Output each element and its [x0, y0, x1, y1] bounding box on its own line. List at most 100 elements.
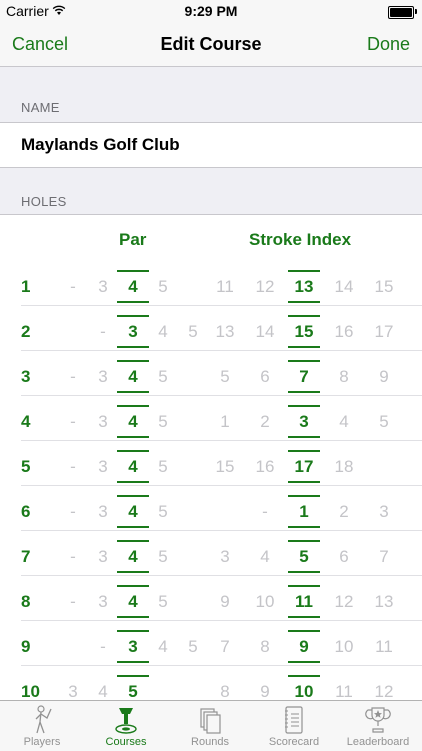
tab-bar: Players Courses Rounds Scorecard Leaderb…	[0, 700, 422, 751]
par-picker-option[interactable]: 5	[178, 322, 208, 342]
stroke-index-picker-selected[interactable]: 15	[288, 315, 320, 348]
stroke-index-picker-option[interactable]: 18	[329, 457, 359, 477]
tab-scorecard[interactable]: Scorecard	[252, 701, 336, 751]
stroke-index-picker-option[interactable]: 13	[210, 322, 240, 342]
par-picker-selected[interactable]: 5	[117, 675, 149, 701]
par-picker-option[interactable]: 5	[148, 367, 178, 387]
stroke-index-picker-option[interactable]: 2	[250, 412, 280, 432]
stroke-index-picker-option[interactable]: 16	[250, 457, 280, 477]
stroke-index-picker-option[interactable]: 1	[210, 412, 240, 432]
stroke-index-picker-option[interactable]: 8	[250, 637, 280, 657]
par-picker-selected[interactable]: 4	[117, 405, 149, 438]
par-picker-option[interactable]: -	[88, 322, 118, 342]
stroke-index-picker-option[interactable]: -	[250, 502, 280, 522]
par-picker-option[interactable]: 3	[88, 502, 118, 522]
par-picker-option[interactable]: 4	[88, 682, 118, 701]
course-name-field[interactable]: Maylands Golf Club	[21, 135, 180, 155]
par-picker-selected[interactable]: 4	[117, 270, 149, 303]
tab-rounds[interactable]: Rounds	[168, 701, 252, 751]
par-picker-option[interactable]: 4	[148, 322, 178, 342]
par-picker-selected[interactable]: 4	[117, 540, 149, 573]
stroke-index-picker-option[interactable]: 14	[329, 277, 359, 297]
par-picker-option[interactable]: 5	[178, 637, 208, 657]
par-picker-option[interactable]: 3	[88, 277, 118, 297]
stroke-index-picker-selected[interactable]: 3	[288, 405, 320, 438]
stroke-index-picker-selected[interactable]: 11	[288, 585, 320, 618]
stroke-index-picker-option[interactable]: 17	[369, 322, 399, 342]
par-picker-option[interactable]: -	[58, 412, 88, 432]
tab-courses[interactable]: Courses	[84, 701, 168, 751]
par-picker-option[interactable]: 3	[88, 412, 118, 432]
par-picker-option[interactable]: 3	[88, 592, 118, 612]
par-picker-option[interactable]: -	[58, 592, 88, 612]
par-picker-option[interactable]: -	[58, 457, 88, 477]
par-picker-selected[interactable]: 4	[117, 360, 149, 393]
par-picker-option[interactable]: -	[58, 367, 88, 387]
par-picker-option[interactable]: 3	[88, 547, 118, 567]
par-picker-option[interactable]: 5	[148, 457, 178, 477]
stroke-index-picker-option[interactable]: 8	[329, 367, 359, 387]
stroke-index-picker-option[interactable]: 12	[329, 592, 359, 612]
trophy-icon	[365, 707, 391, 733]
stroke-index-picker-option[interactable]: 15	[210, 457, 240, 477]
stroke-index-picker-selected[interactable]: 13	[288, 270, 320, 303]
stroke-index-picker-option[interactable]: 10	[250, 592, 280, 612]
stroke-index-picker-option[interactable]: 2	[329, 502, 359, 522]
stroke-index-picker-option[interactable]: 9	[250, 682, 280, 701]
par-picker-option[interactable]: 3	[88, 457, 118, 477]
par-picker-option[interactable]: -	[58, 277, 88, 297]
stroke-index-picker-option[interactable]: 8	[210, 682, 240, 701]
par-picker-option[interactable]: -	[58, 502, 88, 522]
par-picker-selected[interactable]: 4	[117, 450, 149, 483]
par-picker-option[interactable]: 4	[148, 637, 178, 657]
tab-leaderboard[interactable]: Leaderboard	[336, 701, 420, 751]
stroke-index-picker-option[interactable]: 16	[329, 322, 359, 342]
stroke-index-picker-option[interactable]: 9	[369, 367, 399, 387]
stroke-index-picker-option[interactable]: 6	[329, 547, 359, 567]
stroke-index-picker-option[interactable]: 3	[210, 547, 240, 567]
par-picker-selected[interactable]: 4	[117, 495, 149, 528]
stroke-index-picker-selected[interactable]: 5	[288, 540, 320, 573]
hole-row: 3-34556789	[0, 351, 422, 396]
tab-players[interactable]: Players	[0, 701, 84, 751]
par-picker-option[interactable]: -	[58, 547, 88, 567]
stroke-index-picker-option[interactable]: 15	[369, 277, 399, 297]
stroke-index-picker-selected[interactable]: 10	[288, 675, 320, 701]
stroke-index-picker-option[interactable]: 9	[210, 592, 240, 612]
stroke-index-picker-option[interactable]: 11	[210, 277, 240, 297]
stroke-index-picker-option[interactable]: 11	[329, 682, 359, 701]
par-picker-option[interactable]: 3	[58, 682, 88, 701]
par-picker-option[interactable]: 5	[148, 277, 178, 297]
stroke-index-picker-option[interactable]: 4	[250, 547, 280, 567]
par-picker-option[interactable]: 5	[148, 502, 178, 522]
done-button[interactable]: Done	[367, 34, 410, 55]
par-picker-selected[interactable]: 3	[117, 315, 149, 348]
stroke-index-picker-selected[interactable]: 17	[288, 450, 320, 483]
par-picker-option[interactable]: -	[88, 637, 118, 657]
stroke-index-picker-option[interactable]: 10	[329, 637, 359, 657]
par-picker-selected[interactable]: 3	[117, 630, 149, 663]
par-picker-option[interactable]: 5	[148, 592, 178, 612]
course-name-cell[interactable]: Maylands Golf Club	[0, 122, 422, 168]
stroke-index-picker-option[interactable]: 12	[250, 277, 280, 297]
stroke-index-picker-selected[interactable]: 7	[288, 360, 320, 393]
stroke-index-picker-option[interactable]: 5	[369, 412, 399, 432]
stroke-index-picker-option[interactable]: 14	[250, 322, 280, 342]
stroke-index-picker-option[interactable]: 7	[210, 637, 240, 657]
par-picker-option[interactable]: 3	[88, 367, 118, 387]
hole-number: 8	[21, 592, 31, 611]
stroke-index-picker-selected[interactable]: 9	[288, 630, 320, 663]
stroke-index-picker-option[interactable]: 5	[210, 367, 240, 387]
stroke-index-picker-option[interactable]: 12	[369, 682, 399, 701]
page-title: Edit Course	[160, 34, 262, 54]
stroke-index-picker-option[interactable]: 4	[329, 412, 359, 432]
stroke-index-picker-option[interactable]: 3	[369, 502, 399, 522]
par-picker-option[interactable]: 5	[148, 412, 178, 432]
stroke-index-picker-option[interactable]: 7	[369, 547, 399, 567]
stroke-index-picker-option[interactable]: 6	[250, 367, 280, 387]
par-picker-option[interactable]: 5	[148, 547, 178, 567]
stroke-index-picker-option[interactable]: 11	[369, 637, 399, 657]
par-picker-selected[interactable]: 4	[117, 585, 149, 618]
stroke-index-picker-option[interactable]: 13	[369, 592, 399, 612]
stroke-index-picker-selected[interactable]: 1	[288, 495, 320, 528]
